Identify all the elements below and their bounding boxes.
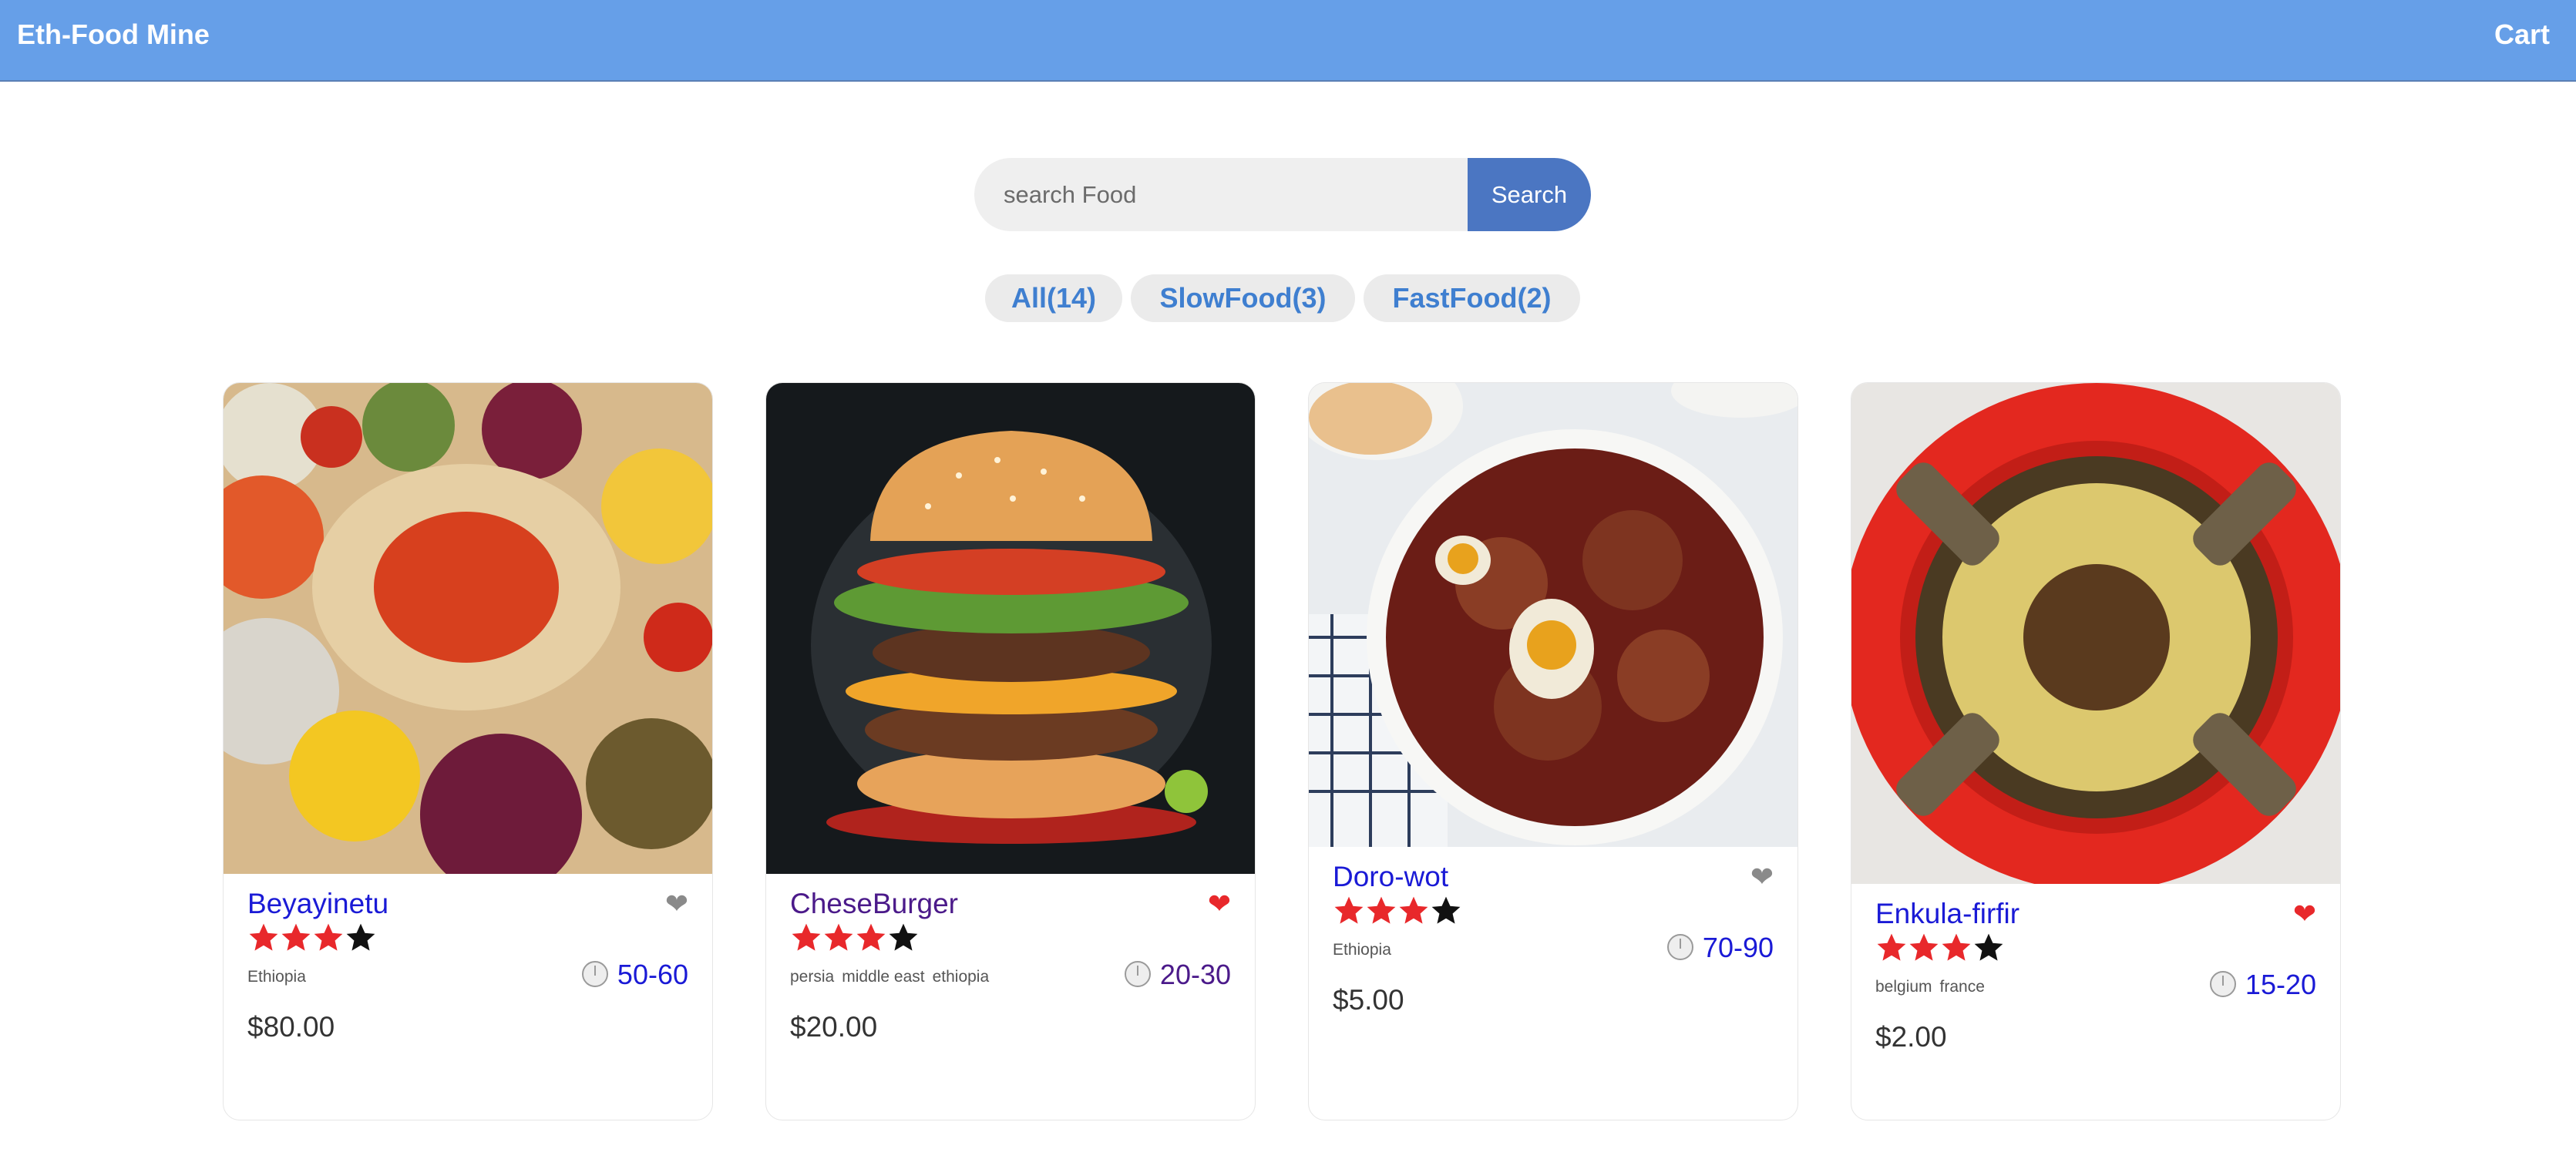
food-name[interactable]: Enkula-firfir <box>1875 898 2019 930</box>
food-price: $80.00 <box>247 1011 335 1043</box>
cook-time: 20-30 <box>1124 959 1231 991</box>
origin-list: Ethiopia <box>247 968 314 986</box>
rating-stars <box>1333 895 1462 932</box>
star-filled-icon <box>1877 933 1906 961</box>
star-filled-icon <box>1367 896 1396 924</box>
rating-stars <box>1875 932 2005 969</box>
cook-time-value: 70-90 <box>1702 932 1774 963</box>
origin-list: Ethiopia <box>1333 941 1399 959</box>
cook-time: 50-60 <box>581 959 688 991</box>
food-image-doro-wot[interactable] <box>1309 383 1798 847</box>
origin-tag: middle east <box>842 968 925 986</box>
cook-time-value: 15-20 <box>2245 969 2316 1000</box>
food-name[interactable]: Doro-wot <box>1333 861 1448 893</box>
food-price: $5.00 <box>1333 984 1404 1016</box>
origin-tag: france <box>1939 978 1985 996</box>
star-empty-icon <box>346 923 375 951</box>
food-image-cheseburger[interactable] <box>766 383 1256 874</box>
food-card-doro-wot[interactable]: Doro-wot ❤ Ethiopia 70-90 $5.00 <box>1308 382 1798 1120</box>
food-name[interactable]: CheseBurger <box>790 888 958 920</box>
star-filled-icon <box>1942 933 1971 961</box>
clock-icon <box>2209 971 2236 997</box>
brand-logo-link[interactable]: Eth-Food Mine <box>17 18 210 51</box>
rating-stars <box>247 922 377 959</box>
origin-tag: Ethiopia <box>247 968 306 986</box>
search-input[interactable] <box>974 158 1469 231</box>
cook-time-value: 50-60 <box>617 959 688 990</box>
favorite-heart-icon[interactable]: ❤ <box>1750 861 1774 893</box>
food-image-beyayinetu[interactable] <box>224 383 713 874</box>
food-card-cheseburger[interactable]: CheseBurger ❤ persia middle east ethiopia … <box>765 382 1256 1120</box>
origin-tag: Ethiopia <box>1333 941 1391 959</box>
top-navbar: Eth-Food Mine Cart <box>0 0 2576 82</box>
tag-slowfood[interactable]: SlowFood(3) <box>1131 274 1355 322</box>
food-card-beyayinetu[interactable]: Beyayinetu ❤ Ethiopia 50-60 $80.00 <box>223 382 713 1120</box>
food-card-enkula-firfir[interactable]: Enkula-firfir ❤ belgium france 15-20 $2.0… <box>1851 382 2341 1120</box>
cook-time: 15-20 <box>2209 969 2316 1001</box>
star-empty-icon <box>1974 933 2003 961</box>
food-image-enkula-firfir[interactable] <box>1851 383 2341 884</box>
cook-time: 70-90 <box>1666 932 1774 964</box>
origin-list: persia middle east ethiopia <box>790 968 997 986</box>
clock-icon <box>1124 961 1151 987</box>
star-filled-icon <box>1399 896 1428 924</box>
cart-link[interactable]: Cart <box>2494 18 2550 51</box>
clock-icon <box>1666 934 1693 960</box>
star-filled-icon <box>249 923 278 951</box>
star-filled-icon <box>792 923 821 951</box>
star-filled-icon <box>314 923 343 951</box>
origin-tag: persia <box>790 968 835 986</box>
search-button[interactable]: Search <box>1468 158 1591 231</box>
clock-icon <box>581 961 608 987</box>
star-filled-icon <box>1334 896 1364 924</box>
star-filled-icon <box>281 923 311 951</box>
favorite-heart-icon[interactable]: ❤ <box>1208 888 1231 920</box>
star-empty-icon <box>889 923 918 951</box>
food-price: $2.00 <box>1875 1021 1947 1053</box>
food-price: $20.00 <box>790 1011 878 1043</box>
cook-time-value: 20-30 <box>1159 959 1231 990</box>
origin-list: belgium france <box>1875 978 1993 996</box>
origin-tag: ethiopia <box>932 968 990 986</box>
star-filled-icon <box>856 923 886 951</box>
favorite-heart-icon[interactable]: ❤ <box>665 888 688 920</box>
rating-stars <box>790 922 920 959</box>
food-name[interactable]: Beyayinetu <box>247 888 388 920</box>
star-filled-icon <box>1909 933 1939 961</box>
tag-fastfood[interactable]: FastFood(2) <box>1364 274 1580 322</box>
star-filled-icon <box>824 923 853 951</box>
origin-tag: belgium <box>1875 978 1932 996</box>
favorite-heart-icon[interactable]: ❤ <box>2293 898 2316 930</box>
tag-all[interactable]: All(14) <box>985 274 1122 322</box>
star-empty-icon <box>1431 896 1461 924</box>
